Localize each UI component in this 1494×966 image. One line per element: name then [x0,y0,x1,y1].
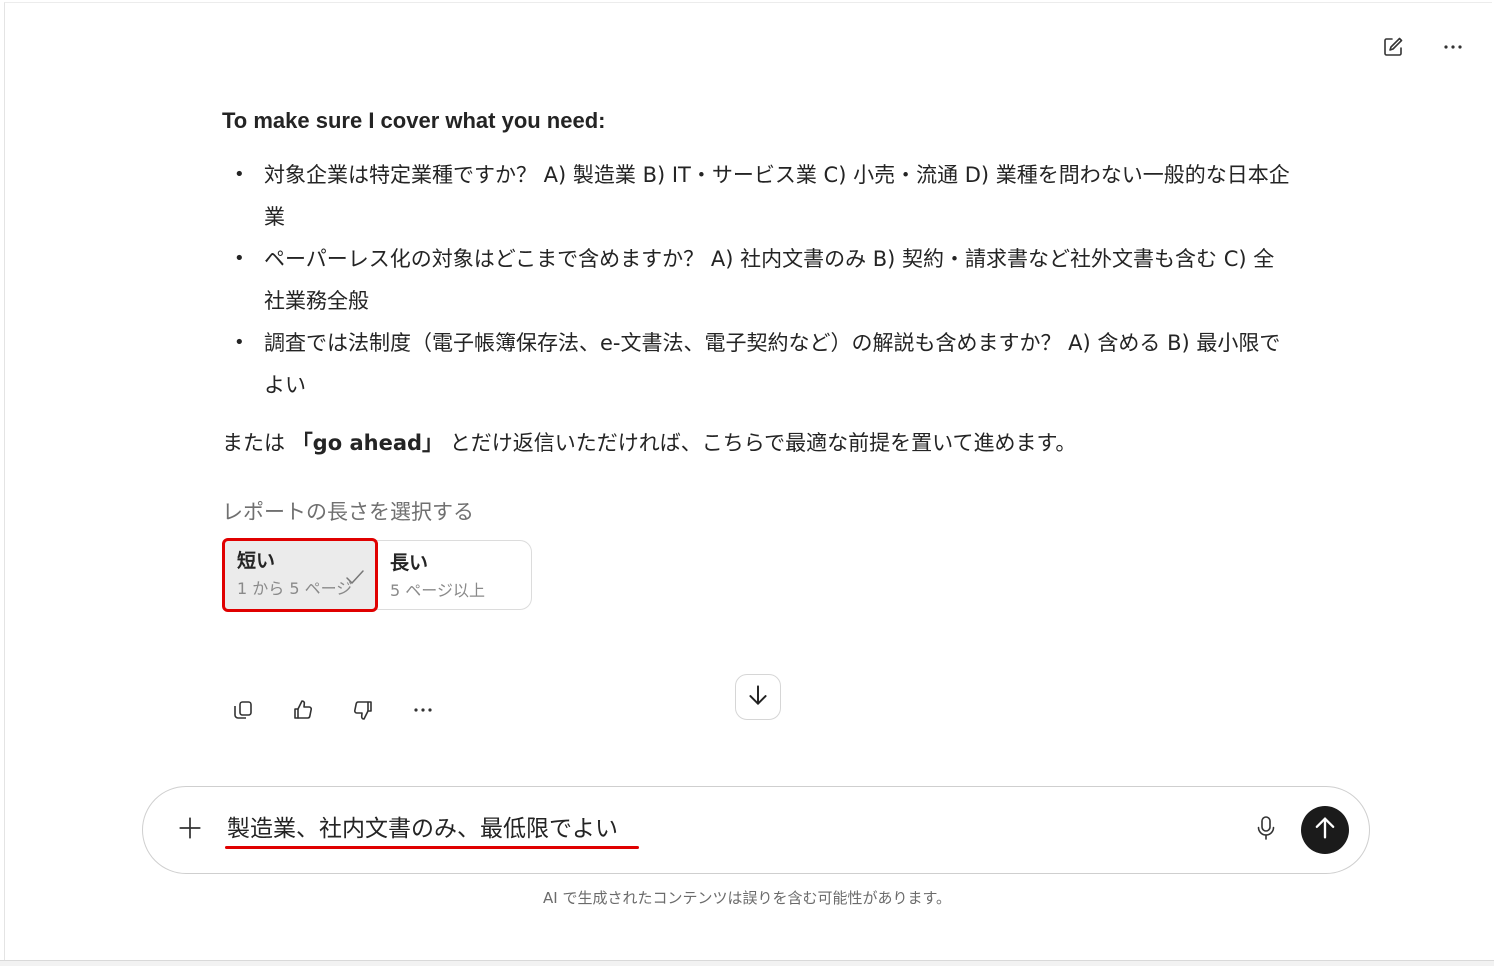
checkmark-icon [345,569,365,589]
thumbs-up-icon [291,698,315,722]
thumbs-down-icon [351,698,375,722]
arrow-up-icon [1311,814,1339,846]
plus-icon [177,815,203,845]
option-long-title: 長い [390,552,429,574]
option-long[interactable]: 長い 5 ページ以上 [376,540,532,610]
closing-keyword: 「go ahead」 [291,431,444,455]
message-composer [142,786,1370,874]
new-chat-button[interactable] [1376,30,1410,64]
question-list: 対象企業は特定業種ですか？ A) 製造業 B) IT・サービス業 C) 小売・流… [222,154,1292,406]
message-closing: または 「go ahead」 とだけ返信いただければ、こちらで最適な前提を置いて… [222,424,1292,462]
message-intro: To make sure I cover what you need: [222,108,606,133]
option-long-subtitle: 5 ページ以上 [390,581,485,600]
send-button[interactable] [1301,806,1349,854]
like-button[interactable] [286,693,320,727]
closing-suffix: とだけ返信いただければ、こちらで最適な前提を置いて進めます。 [443,431,1077,455]
message-more-button[interactable] [406,693,440,727]
top-toolbar [1376,30,1470,64]
dislike-button[interactable] [346,693,380,727]
report-length-selector: レポートの長さを選択する 短い 1 から 5 ページ 長い 5 ページ以上 [222,496,1292,612]
message-input[interactable] [225,809,1209,849]
scroll-to-bottom-button[interactable] [735,674,781,720]
question-item: 対象企業は特定業種ですか？ A) 製造業 B) IT・サービス業 C) 小売・流… [222,154,1292,238]
option-short[interactable]: 短い 1 から 5 ページ [222,538,378,612]
voice-input-button[interactable] [1249,813,1283,847]
edit-icon [1381,35,1405,59]
more-icon [411,698,435,722]
arrow-down-icon [745,682,771,712]
copy-icon [231,698,255,722]
window-bottom-edge [0,960,1494,966]
report-length-label: レポートの長さを選択する [222,500,474,524]
more-options-button[interactable] [1436,30,1470,64]
microphone-icon [1255,815,1277,845]
input-highlight-underline [225,846,639,849]
report-length-options: 短い 1 から 5 ページ 長い 5 ページ以上 [222,538,1292,612]
more-icon [1441,35,1465,59]
assistant-message: To make sure I cover what you need: 対象企業… [222,104,1292,612]
question-item: ペーパーレス化の対象はどこまで含めますか？ A) 社内文書のみ B) 契約・請求… [222,238,1292,322]
closing-prefix: または [222,431,292,455]
copy-button[interactable] [226,693,260,727]
message-actions [226,693,440,727]
add-attachment-button[interactable] [173,813,207,847]
question-item: 調査では法制度（電子帳簿保存法、e-文書法、電子契約など）の解説も含めますか？ … [222,322,1292,406]
ai-disclaimer: AI で生成されたコンテンツは誤りを含む可能性があります。 [543,889,951,907]
